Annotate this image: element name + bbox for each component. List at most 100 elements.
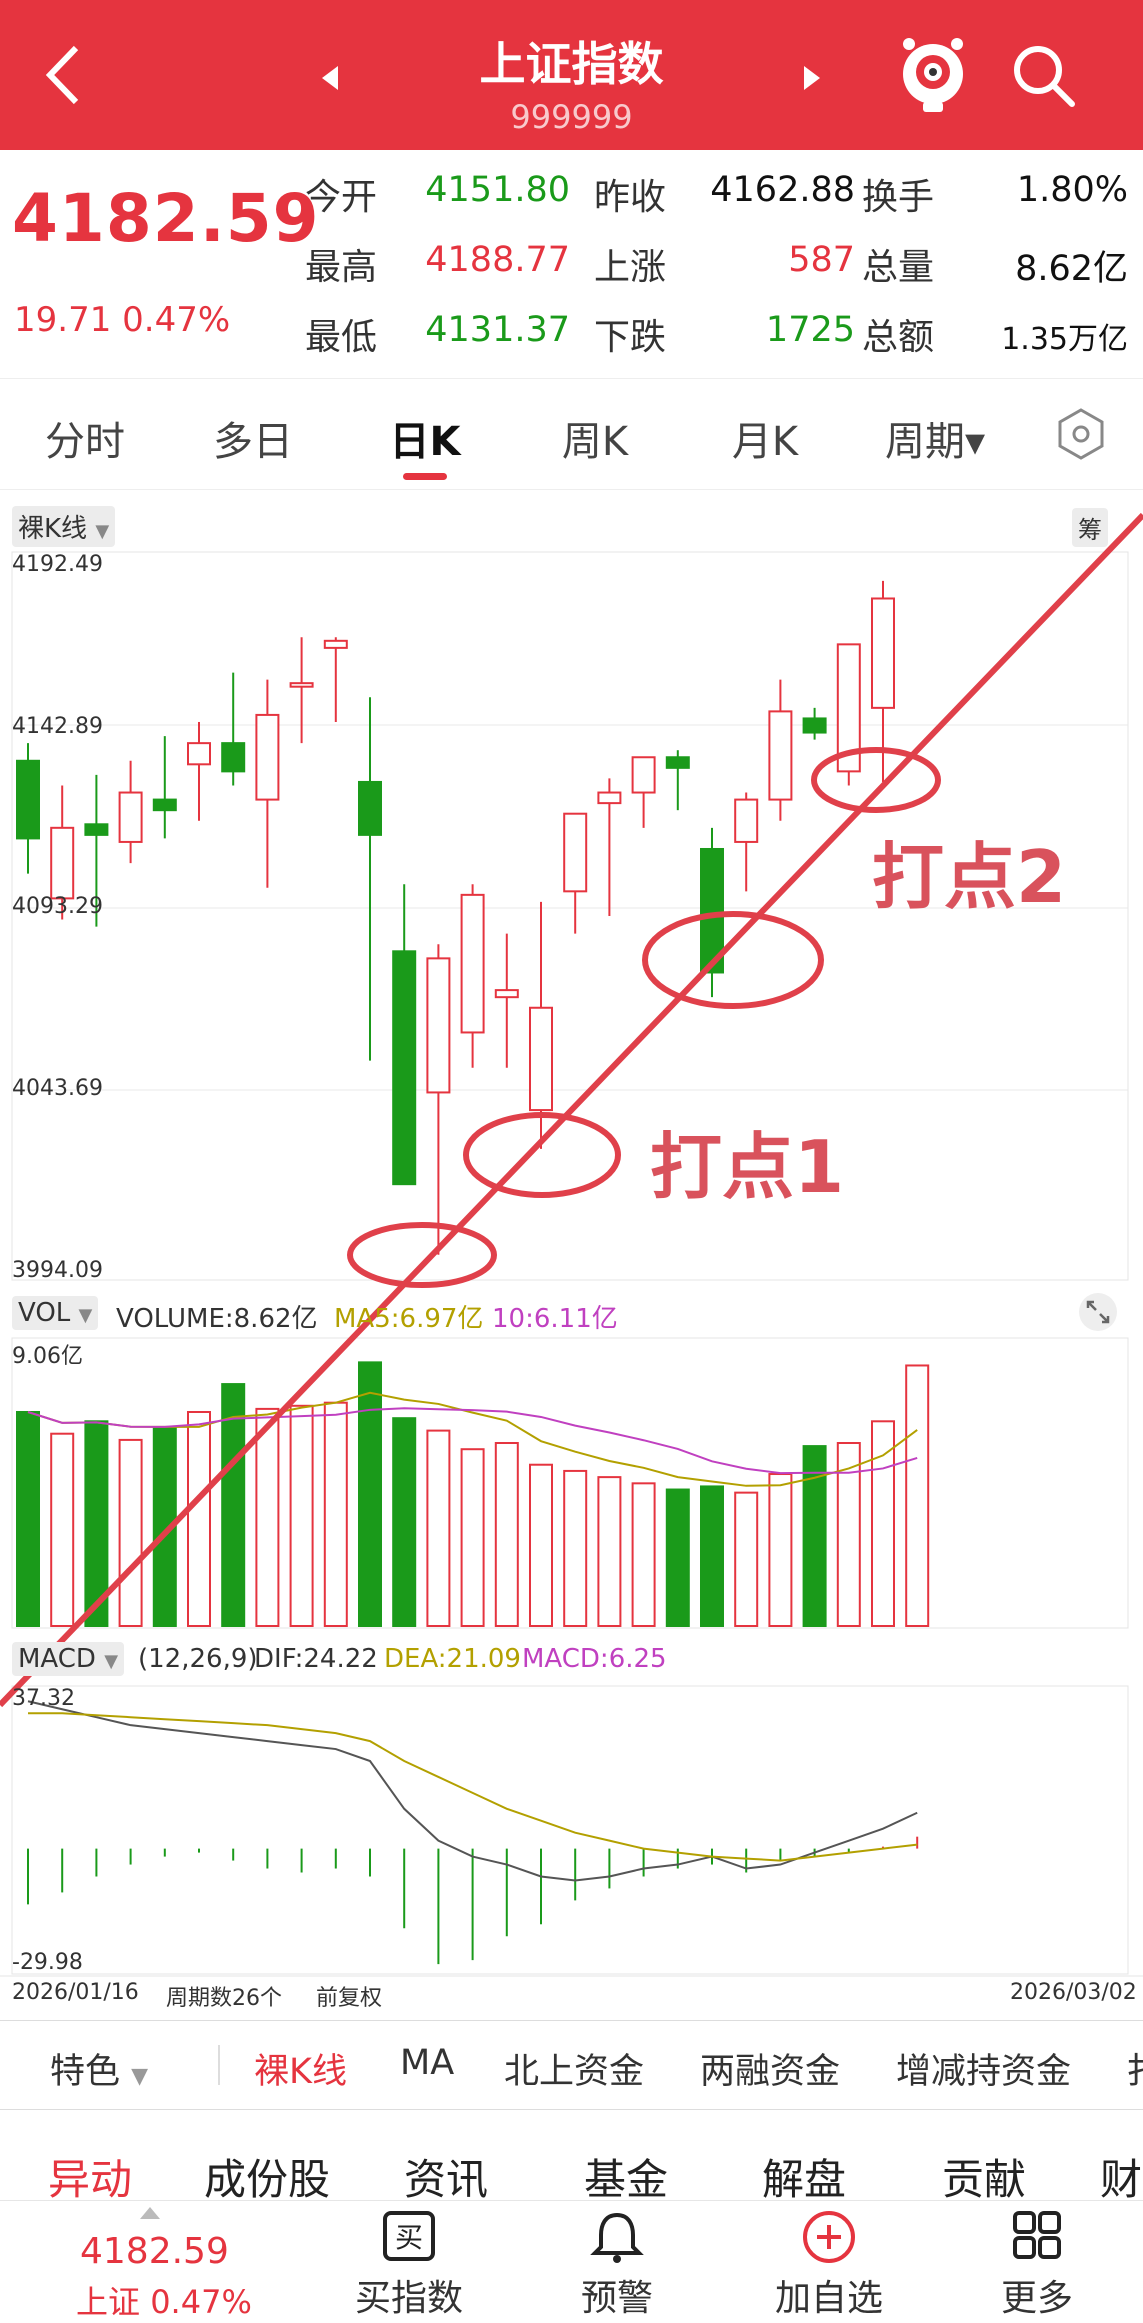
- candle-body: [631, 756, 656, 794]
- volume-bar: [289, 1404, 314, 1627]
- annotation-circle: [642, 911, 824, 1009]
- buy-index-button[interactable]: 买 买指数: [334, 2209, 484, 2321]
- add-watchlist-button[interactable]: 加自选: [754, 2209, 904, 2321]
- bell-icon: [590, 2212, 644, 2263]
- volume-bar: [631, 1482, 656, 1627]
- special-dropdown[interactable]: 特色 ▼: [50, 2043, 148, 2094]
- candle-body: [50, 826, 75, 900]
- volume-bar: [426, 1429, 451, 1628]
- candle-body: [16, 759, 40, 840]
- volume-bar: [118, 1438, 143, 1627]
- y-label-4: 4043.69: [12, 1076, 103, 1101]
- macd-ymax: 37.32: [12, 1686, 75, 1711]
- svg-text:买: 买: [395, 2221, 423, 2254]
- indicator-holdings[interactable]: 增减持资金: [896, 2043, 1071, 2094]
- candle-body: [734, 798, 759, 843]
- vol-selector[interactable]: VOL ▼: [12, 1296, 99, 1330]
- candle-body: [426, 957, 451, 1094]
- tab-contribution[interactable]: 贡献: [942, 2146, 1026, 2207]
- kline-mode-selector[interactable]: 裸K线 ▼: [12, 506, 116, 547]
- tab-constituents[interactable]: 成份股: [204, 2146, 330, 2207]
- volume-bar: [16, 1410, 40, 1628]
- macd-dea: DEA:21.09: [384, 1644, 521, 1674]
- start-date: 2026/01/16: [12, 1980, 139, 2005]
- annotation-point-1: 打点1: [650, 1125, 845, 1209]
- macd-params: (12,26,9): [138, 1644, 258, 1674]
- caret-up-icon: [140, 2207, 160, 2219]
- plus-circle-icon: [803, 2211, 855, 2263]
- candle-body: [84, 823, 109, 836]
- indicator-ma[interactable]: MA: [400, 2043, 454, 2083]
- volume-bar: [734, 1491, 759, 1627]
- tab-fund[interactable]: 基金: [584, 2146, 668, 2207]
- candle-body: [392, 950, 417, 1186]
- volume-bar: [529, 1463, 553, 1627]
- y-label-1: 4192.49: [12, 552, 103, 577]
- indicator-northbound[interactable]: 北上资金: [504, 2043, 644, 2094]
- indicator-kline[interactable]: 裸K线: [254, 2043, 347, 2094]
- tab-analysis[interactable]: 解盘: [762, 2146, 846, 2207]
- macd-ymin: -29.98: [12, 1950, 83, 1975]
- volume-value: VOLUME:8.62亿: [116, 1304, 318, 1334]
- tab-anomaly[interactable]: 异动: [48, 2146, 132, 2207]
- volume-bar: [460, 1448, 485, 1627]
- volume-bar: [563, 1469, 588, 1627]
- volume-bar: [323, 1401, 348, 1627]
- vol-ymax: 9.06亿: [12, 1344, 83, 1369]
- volume-bar: [700, 1485, 724, 1627]
- dea-line: [28, 1712, 918, 1862]
- volume-bar: [392, 1417, 417, 1627]
- candle-body: [323, 639, 348, 649]
- volume-bar: [494, 1442, 519, 1627]
- candle-body: [289, 682, 314, 688]
- volume-bar: [665, 1488, 690, 1627]
- volume-bar: [905, 1364, 930, 1628]
- candle-body: [563, 812, 588, 893]
- candle-body: [529, 1006, 553, 1112]
- buy-icon: 买: [383, 2211, 435, 2261]
- period-count: 周期数26个: [166, 1986, 282, 2011]
- volume-bar: [187, 1410, 211, 1628]
- volume-bar: [597, 1476, 622, 1628]
- annotation-point-2: 打点2: [872, 835, 1067, 919]
- candle-body: [152, 798, 177, 812]
- volume-bar: [50, 1432, 75, 1628]
- volume-bar: [255, 1407, 280, 1628]
- more-button[interactable]: 更多: [962, 2209, 1112, 2321]
- macd-selector[interactable]: MACD ▼: [12, 1642, 125, 1676]
- indicator-bar: 特色 ▼ 裸K线 MA 北上资金 两融资金 增减持资金 扌: [0, 2020, 1143, 2110]
- indicator-more[interactable]: 扌: [1126, 2043, 1143, 2094]
- candle-body: [494, 989, 519, 999]
- y-label-3: 4093.29: [12, 894, 103, 919]
- candle-body: [665, 756, 690, 769]
- y-label-2: 4142.89: [12, 714, 103, 739]
- candle-body: [118, 791, 143, 843]
- macd-value: MACD:6.25: [522, 1644, 667, 1674]
- volume-bar: [871, 1420, 895, 1627]
- candle-body: [221, 742, 246, 773]
- candle-body: [802, 717, 827, 734]
- candle-body: [768, 710, 793, 801]
- adjust-mode: 前复权: [316, 1986, 383, 2011]
- tab-finance[interactable]: 财: [1100, 2146, 1142, 2207]
- candle-body: [871, 597, 895, 709]
- candle-body: [358, 780, 382, 836]
- chart-canvas[interactable]: [0, 0, 1143, 2020]
- mini-change: 上证 0.47%: [76, 2283, 252, 2321]
- volume-bar: [358, 1361, 382, 1627]
- annotation-circle: [347, 1222, 497, 1288]
- candle-body: [597, 791, 622, 805]
- divider: [218, 2045, 220, 2085]
- volume-bar: [768, 1473, 793, 1628]
- alert-button[interactable]: 预警: [542, 2209, 692, 2321]
- mini-price: 4182.59: [80, 2231, 229, 2272]
- candle-body: [460, 893, 485, 1034]
- grid-icon: [1013, 2211, 1061, 2259]
- chip-button[interactable]: 筹: [1072, 508, 1108, 547]
- candle-body: [187, 742, 211, 766]
- expand-icon[interactable]: [1078, 1292, 1118, 1332]
- macd-dif: DIF:24.22: [254, 1644, 378, 1674]
- vol-ma5: MA5:6.97亿: [334, 1304, 484, 1334]
- indicator-margin[interactable]: 两融资金: [700, 2043, 840, 2094]
- tab-news[interactable]: 资讯: [404, 2146, 488, 2207]
